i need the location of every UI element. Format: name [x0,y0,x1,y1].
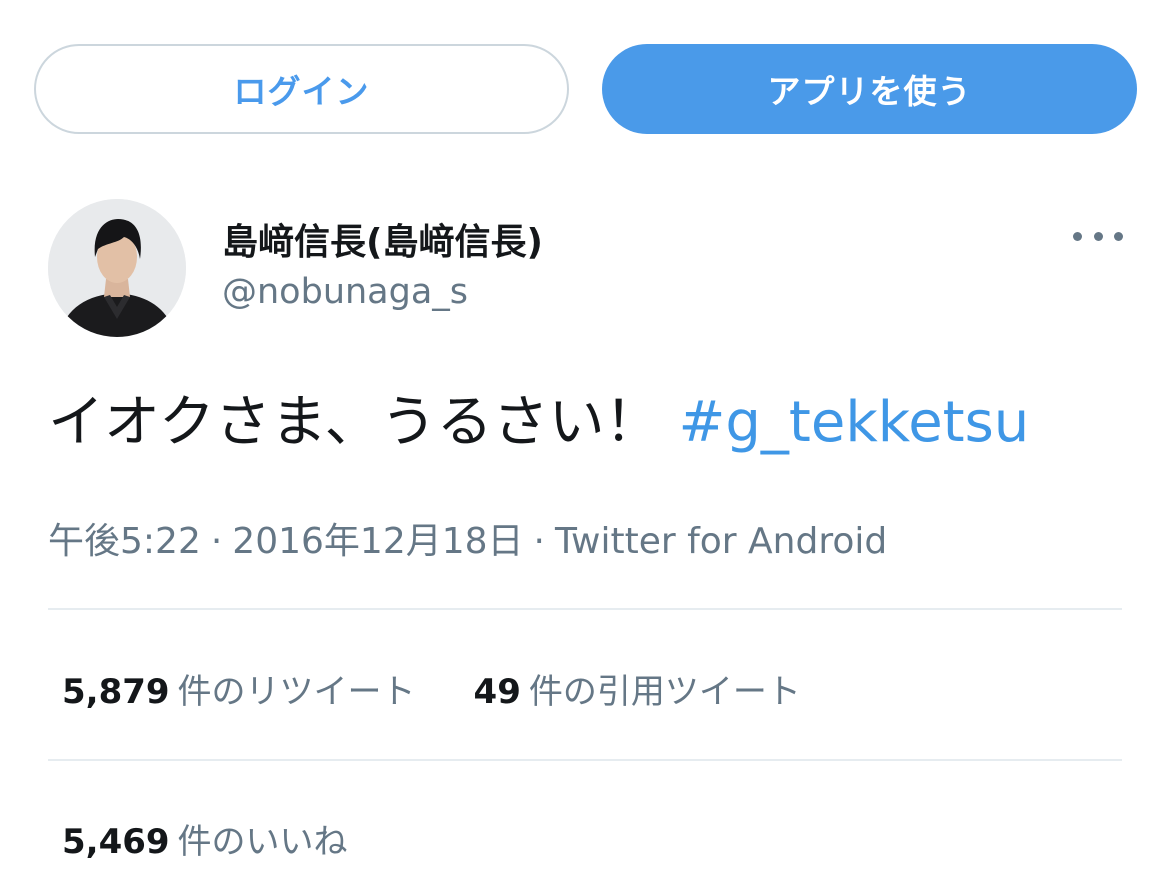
tweet-text: イオクさま、うるさい！ #g_tekketsu [48,383,1029,463]
stats-row-likes: 5,469 件のいいね [62,814,406,863]
quote-count-stat[interactable]: 49 件の引用ツイート [474,664,801,713]
like-count: 5,469 [62,822,170,862]
top-bar: ログイン アプリを使う [34,44,1137,134]
dot [1093,231,1103,241]
tweet-metadata: 午後5:22 · 2016年12月18日 · Twitter for Android [48,512,887,564]
tweet-time[interactable]: 午後5:22 [48,521,201,562]
avatar[interactable] [48,199,186,337]
retweet-count-stat[interactable]: 5,879 件のリツイート [62,664,416,713]
separator: · [533,521,545,562]
dot [1114,231,1123,241]
stats-row-shares: 5,879 件のリツイート 49 件の引用ツイート [62,664,859,713]
like-label: 件のいいね [177,822,348,862]
use-app-button[interactable]: アプリを使う [602,44,1137,134]
tweet-body: イオクさま、うるさい！ [48,390,661,455]
avatar-photo [48,199,186,337]
retweet-count: 5,879 [62,672,170,712]
retweet-label: 件のリツイート [177,672,416,712]
tweet-source[interactable]: Twitter for Android [555,521,887,562]
dot [1073,231,1082,241]
like-count-stat[interactable]: 5,469 件のいいね [62,814,348,863]
divider [48,759,1122,761]
author-handle[interactable]: @nobunaga_s [222,272,468,312]
quote-label: 件の引用ツイート [528,672,801,712]
separator: · [210,521,223,562]
tweet-date[interactable]: 2016年12月18日 [232,521,523,562]
more-horizontal-icon[interactable] [1073,218,1123,254]
divider [48,608,1122,610]
login-button[interactable]: ログイン [34,44,569,134]
author-display-name[interactable]: 島﨑信長(島﨑信長) [222,213,543,265]
hashtag-link[interactable]: #g_tekketsu [678,390,1029,455]
quote-count: 49 [473,672,521,712]
